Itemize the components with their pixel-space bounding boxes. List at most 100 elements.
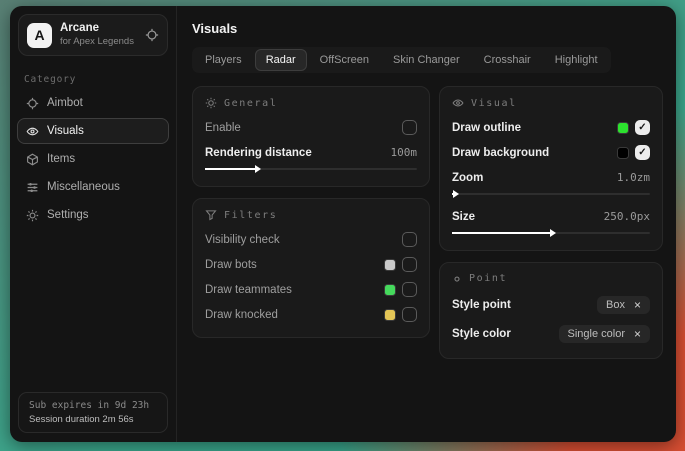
gear-icon [205, 97, 217, 109]
enable-label: Enable [205, 122, 241, 134]
draw-outline-color-swatch[interactable] [617, 122, 629, 134]
category-label: Category [24, 74, 176, 85]
point-card: Point Style point Box × Style color Sing… [439, 262, 663, 359]
sidebar-item-visuals[interactable]: Visuals [17, 118, 169, 144]
style-point-value: Box [606, 299, 625, 311]
zoom-row: Zoom 1.0zm [452, 167, 650, 188]
sliders-icon [26, 181, 39, 194]
general-card-title: General [224, 98, 277, 109]
slider-fill [452, 232, 551, 234]
app-subtitle: for Apex Legends [60, 37, 137, 48]
sidebar-item-label: Settings [47, 209, 89, 221]
draw-bots-color-swatch[interactable] [384, 259, 396, 271]
visual-card-title: Visual [471, 98, 517, 109]
style-point-label: Style point [452, 299, 511, 311]
style-color-row: Style color Single color × [452, 321, 650, 346]
draw-teammates-row: Draw teammates [205, 279, 417, 300]
cube-icon [26, 153, 39, 166]
sidebar-item-aimbot[interactable]: Aimbot [17, 90, 169, 116]
style-color-select[interactable]: Single color × [559, 325, 651, 343]
page-title: Visuals [192, 21, 676, 36]
sidebar-item-label: Aimbot [47, 97, 83, 109]
draw-teammates-checkbox[interactable] [402, 282, 417, 297]
style-point-select[interactable]: Box × [597, 296, 650, 314]
app-meta: Arcane for Apex Legends [60, 22, 137, 48]
draw-bots-checkbox[interactable] [402, 257, 417, 272]
size-value: 250.0px [604, 210, 650, 223]
funnel-icon [205, 209, 217, 221]
clear-icon[interactable]: × [634, 299, 641, 311]
radar-settings-content: General Enable Rendering distance 100m [177, 73, 676, 372]
tab-crosshair[interactable]: Crosshair [473, 49, 542, 71]
style-point-row: Style point Box × [452, 292, 650, 317]
draw-knocked-color-swatch[interactable] [384, 309, 396, 321]
eye-icon [452, 97, 464, 109]
sidebar-item-label: Visuals [47, 125, 84, 137]
zoom-slider[interactable] [452, 189, 650, 199]
draw-background-color-swatch[interactable] [617, 147, 629, 159]
sidebar-nav: Aimbot Visuals Items [10, 89, 176, 229]
enable-checkbox[interactable] [402, 120, 417, 135]
draw-background-label: Draw background [452, 147, 549, 159]
draw-outline-row: Draw outline ✓ [452, 117, 650, 138]
main-panel: Visuals Players Radar OffScreen Skin Cha… [177, 6, 676, 442]
tab-highlight[interactable]: Highlight [544, 49, 609, 71]
draw-outline-checkbox[interactable]: ✓ [635, 120, 650, 135]
slider-track [452, 193, 650, 195]
slider-fill [452, 193, 454, 195]
rendering-distance-label: Rendering distance [205, 147, 312, 159]
tab-skin-changer[interactable]: Skin Changer [382, 49, 471, 71]
size-slider[interactable] [452, 228, 650, 238]
size-row: Size 250.0px [452, 206, 650, 227]
draw-outline-label: Draw outline [452, 122, 521, 134]
draw-background-checkbox[interactable]: ✓ [635, 145, 650, 160]
draw-teammates-label: Draw teammates [205, 284, 292, 296]
draw-background-row: Draw background ✓ [452, 142, 650, 163]
visibility-check-row: Visibility check [205, 229, 417, 250]
enable-row: Enable [205, 117, 417, 138]
filters-card: Filters Visibility check Draw bots [192, 198, 430, 338]
draw-bots-row: Draw bots [205, 254, 417, 275]
visual-card-header: Visual [452, 97, 650, 109]
point-icon [452, 274, 462, 284]
draw-bots-label: Draw bots [205, 259, 257, 271]
draw-knocked-label: Draw knocked [205, 309, 278, 321]
sidebar: A Arcane for Apex Legends Category Aimbo… [10, 6, 177, 442]
draw-knocked-row: Draw knocked [205, 304, 417, 325]
draw-knocked-checkbox[interactable] [402, 307, 417, 322]
slider-fill [205, 168, 256, 170]
style-color-label: Style color [452, 328, 511, 340]
subscription-status-card: Sub expires in 9d 23h Session duration 2… [18, 392, 168, 433]
general-card-header: General [205, 97, 417, 109]
tab-radar[interactable]: Radar [255, 49, 307, 71]
tab-offscreen[interactable]: OffScreen [309, 49, 380, 71]
sidebar-item-settings[interactable]: Settings [17, 202, 169, 228]
rendering-distance-slider[interactable] [205, 164, 417, 174]
general-card: General Enable Rendering distance 100m [192, 86, 430, 187]
app-logo: A [27, 23, 52, 48]
zoom-value: 1.0zm [617, 171, 650, 184]
filters-card-header: Filters [205, 209, 417, 221]
visual-card: Visual Draw outline ✓ Draw background [439, 86, 663, 251]
sidebar-item-miscellaneous[interactable]: Miscellaneous [17, 174, 169, 200]
rendering-distance-row: Rendering distance 100m [205, 142, 417, 163]
gear-icon [26, 209, 39, 222]
sidebar-item-label: Miscellaneous [47, 181, 120, 193]
app-name: Arcane [60, 22, 137, 35]
point-card-title: Point [469, 273, 507, 284]
size-label: Size [452, 211, 475, 223]
filters-card-title: Filters [224, 210, 277, 221]
sub-expires-text: Sub expires in 9d 23h [29, 400, 157, 411]
rendering-distance-value: 100m [391, 146, 418, 159]
visibility-check-checkbox[interactable] [402, 232, 417, 247]
target-icon[interactable] [145, 28, 159, 42]
app-window: A Arcane for Apex Legends Category Aimbo… [10, 6, 676, 442]
draw-teammates-color-swatch[interactable] [384, 284, 396, 296]
app-header-card: A Arcane for Apex Legends [18, 14, 168, 56]
visibility-check-label: Visibility check [205, 234, 280, 246]
visuals-tabbar: Players Radar OffScreen Skin Changer Cro… [192, 47, 611, 73]
sidebar-item-items[interactable]: Items [17, 146, 169, 172]
clear-icon[interactable]: × [634, 328, 641, 340]
session-duration-text: Session duration 2m 56s [29, 414, 157, 425]
tab-players[interactable]: Players [194, 49, 253, 71]
